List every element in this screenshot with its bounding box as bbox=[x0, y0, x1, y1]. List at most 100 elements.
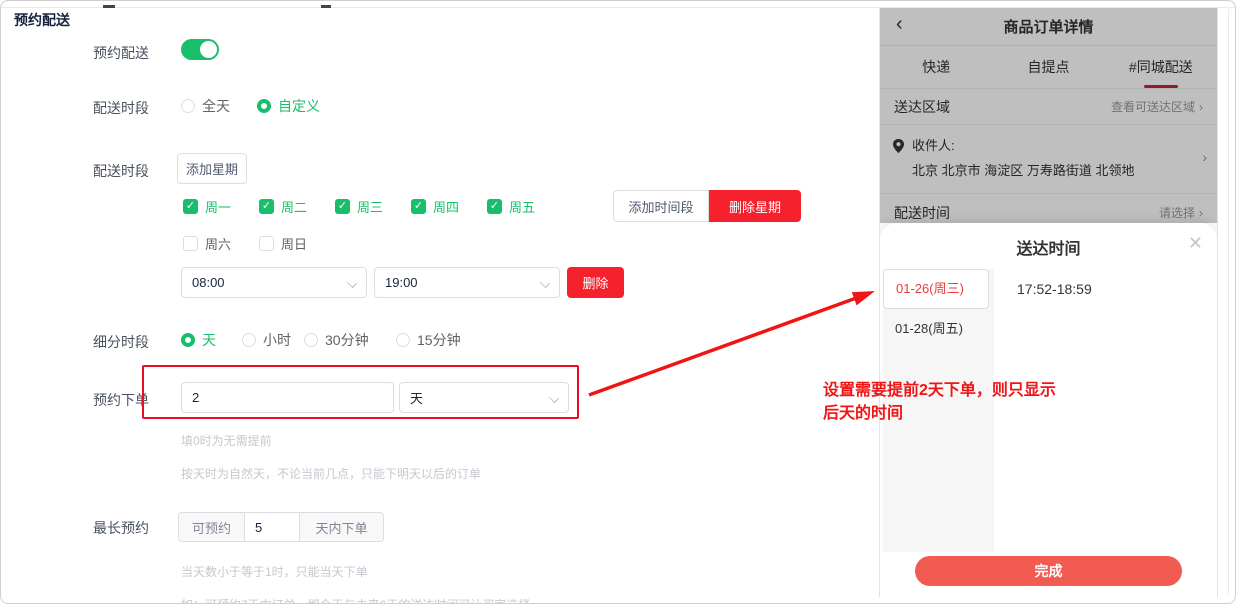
day-checkbox-fri[interactable]: ✓ 周五 bbox=[487, 197, 535, 216]
tab-label: 快递 bbox=[922, 59, 950, 75]
add-week-button[interactable]: 添加星期 bbox=[177, 153, 247, 184]
day-checkbox-sun[interactable]: 周日 bbox=[259, 234, 307, 253]
chevron-right-icon: › bbox=[1199, 100, 1203, 114]
period-mode-label: 配送时段 bbox=[93, 98, 151, 118]
day-checkbox-mon[interactable]: ✓ 周一 bbox=[183, 197, 231, 216]
max-reserve-note: 如：可预约7天内订单，即今天与未来6天的送达时间可让买家选择 bbox=[181, 596, 530, 604]
radio-label: 全天 bbox=[202, 96, 230, 116]
day-label: 周二 bbox=[281, 197, 307, 216]
close-icon[interactable]: ✕ bbox=[1188, 233, 1203, 254]
radio-label: 15分钟 bbox=[417, 330, 461, 350]
day-label: 周一 bbox=[205, 197, 231, 216]
day-checkbox-sat[interactable]: 周六 bbox=[183, 234, 231, 253]
chevron-right-icon: › bbox=[1202, 149, 1207, 165]
radio-icon-selected bbox=[257, 99, 271, 113]
radio-hour[interactable]: 小时 bbox=[242, 330, 291, 350]
day-label: 周四 bbox=[433, 197, 459, 216]
radio-all-day[interactable]: 全天 bbox=[181, 96, 230, 116]
radio-30min[interactable]: 30分钟 bbox=[304, 330, 369, 350]
day-label: 周三 bbox=[357, 197, 383, 216]
checkbox-checked-icon: ✓ bbox=[183, 199, 198, 214]
slot-start-select[interactable]: 08:00 bbox=[181, 267, 367, 298]
slot-start-value: 08:00 bbox=[192, 275, 225, 290]
day-checkbox-wed[interactable]: ✓ 周三 bbox=[335, 197, 383, 216]
week-section-label: 配送时段 bbox=[93, 161, 151, 181]
recipient-address-row[interactable]: 收件人: 北京 北京市 海淀区 万寿路街道 北领地 › bbox=[880, 124, 1217, 189]
date-item-selected[interactable]: 01-26(周三) bbox=[883, 269, 989, 309]
checkbox-unchecked-icon bbox=[183, 236, 198, 251]
back-icon[interactable]: ‹ bbox=[896, 13, 903, 36]
chevron-down-icon bbox=[540, 278, 550, 288]
mobile-preview-panel: ‹ 商品订单详情 快递 自提点 #同城配送 送达区域 查看可送达区域 › 收件人:… bbox=[879, 8, 1218, 597]
day-label: 周五 bbox=[509, 197, 535, 216]
max-reserve-hint: 当天数小于等于1时，只能当天下单 bbox=[181, 563, 368, 580]
delivery-area-row: 送达区域 查看可送达区域 › bbox=[880, 88, 1217, 124]
preview-dimmed-area: ‹ 商品订单详情 快递 自提点 #同城配送 送达区域 查看可送达区域 › 收件人:… bbox=[880, 8, 1217, 223]
advance-hint: 填0时为无需提前 bbox=[181, 432, 272, 449]
active-tab-underline bbox=[1144, 85, 1178, 88]
scheduled-delivery-settings-page: 预约配送 预约配送 配送时段 全天 自定义 配送时段 添加星期 ✓ 周一 ✓ 周… bbox=[0, 0, 1236, 604]
date-item[interactable]: 01-28(周五) bbox=[883, 309, 994, 349]
recipient-line: 收件人: bbox=[912, 135, 1191, 154]
advance-order-label: 预约下单 bbox=[93, 390, 151, 410]
day-checkbox-tue[interactable]: ✓ 周二 bbox=[259, 197, 307, 216]
view-area-link[interactable]: 查看可送达区域 › bbox=[1111, 98, 1203, 115]
scrollbar-track[interactable] bbox=[1228, 9, 1229, 595]
chevron-down-icon bbox=[549, 393, 559, 403]
modal-title: 送达时间 bbox=[880, 223, 1217, 259]
max-reserve-group: 可预约 天内下单 bbox=[178, 512, 384, 542]
max-reserve-suffix: 天内下单 bbox=[299, 513, 383, 541]
checkbox-checked-icon: ✓ bbox=[411, 199, 426, 214]
checkbox-checked-icon: ✓ bbox=[259, 199, 274, 214]
day-checkbox-thu[interactable]: ✓ 周四 bbox=[411, 197, 459, 216]
radio-15min[interactable]: 15分钟 bbox=[396, 330, 461, 350]
choose-time-link[interactable]: 请选择 › bbox=[1159, 204, 1203, 221]
add-timeslot-button[interactable]: 添加时间段 bbox=[613, 190, 709, 222]
max-reserve-prefix: 可预约 bbox=[179, 513, 245, 541]
radio-custom[interactable]: 自定义 bbox=[257, 96, 320, 116]
preview-header: ‹ 商品订单详情 bbox=[880, 8, 1217, 46]
recipient-address: 北京 北京市 海淀区 万寿路街道 北领地 bbox=[912, 160, 1191, 179]
advance-unit-select[interactable]: 天 bbox=[399, 382, 569, 413]
delivery-time-label: 配送时间 bbox=[894, 203, 950, 223]
link-label: 查看可送达区域 bbox=[1111, 98, 1195, 115]
page-title: 预约配送 bbox=[14, 10, 70, 30]
granularity-label: 细分时段 bbox=[93, 332, 151, 352]
tab-express[interactable]: 快递 bbox=[880, 57, 992, 77]
radio-icon bbox=[181, 99, 195, 113]
done-button[interactable]: 完成 bbox=[915, 556, 1182, 586]
radio-icon bbox=[396, 333, 410, 347]
delivery-area-label: 送达区域 bbox=[894, 97, 950, 117]
slot-end-value: 19:00 bbox=[385, 275, 418, 290]
top-tab-remnant bbox=[321, 5, 331, 8]
toggle-knob bbox=[200, 41, 217, 58]
tab-local-delivery[interactable]: #同城配送 bbox=[1105, 57, 1217, 77]
tab-label: #同城配送 bbox=[1129, 59, 1193, 75]
tab-pickup[interactable]: 自提点 bbox=[992, 57, 1104, 77]
radio-label: 30分钟 bbox=[325, 330, 369, 350]
annotation-line1: 设置需要提前2天下单，则只显示 bbox=[823, 379, 1133, 402]
advance-days-input[interactable] bbox=[181, 382, 394, 413]
checkbox-checked-icon: ✓ bbox=[335, 199, 350, 214]
recipient-label: 收件人: bbox=[912, 138, 955, 153]
day-label: 周六 bbox=[205, 234, 231, 253]
censored-name-blob bbox=[970, 133, 1155, 151]
link-label: 请选择 bbox=[1159, 204, 1195, 221]
preview-title: 商品订单详情 bbox=[1003, 16, 1093, 37]
max-reserve-input[interactable] bbox=[245, 513, 299, 541]
tab-label: 自提点 bbox=[1027, 59, 1069, 75]
slot-end-select[interactable]: 19:00 bbox=[374, 267, 560, 298]
advance-unit-value: 天 bbox=[410, 388, 423, 407]
reserve-delivery-toggle[interactable] bbox=[181, 39, 219, 60]
delivery-method-tabs: 快递 自提点 #同城配送 bbox=[880, 46, 1217, 88]
time-slot-option[interactable]: 17:52-18:59 bbox=[1017, 269, 1092, 309]
delete-week-button[interactable]: 删除星期 bbox=[709, 190, 801, 222]
day-label: 周日 bbox=[281, 234, 307, 253]
chevron-right-icon: › bbox=[1199, 206, 1203, 220]
radio-icon bbox=[304, 333, 318, 347]
delete-slot-button[interactable]: 删除 bbox=[567, 267, 624, 298]
top-tab-remnant bbox=[103, 5, 115, 8]
radio-day[interactable]: 天 bbox=[181, 330, 216, 350]
radio-label: 天 bbox=[202, 330, 216, 350]
reserve-toggle-label: 预约配送 bbox=[93, 43, 151, 63]
